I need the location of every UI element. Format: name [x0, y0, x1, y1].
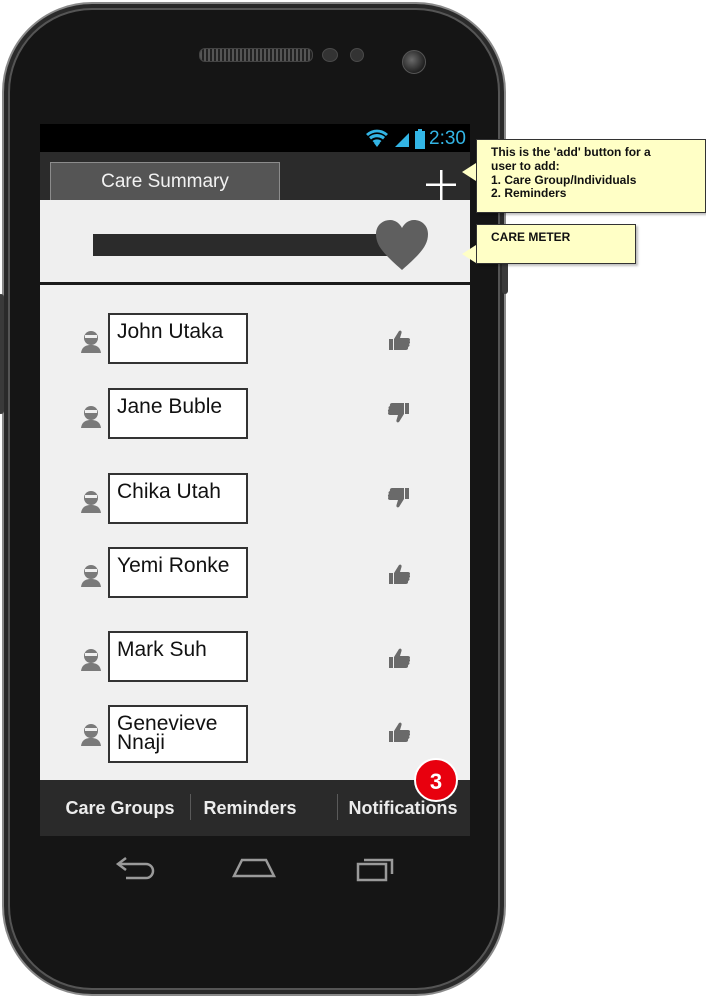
- callout-line: 1. Care Group/Individuals: [491, 172, 637, 187]
- heart-icon: [376, 220, 428, 270]
- list-item[interactable]: Mark Suh: [40, 631, 470, 687]
- earpiece-speaker: [199, 48, 313, 62]
- battery-icon: [415, 129, 426, 149]
- person-icon: [78, 403, 104, 429]
- contact-name-line: Nnaji: [117, 731, 165, 754]
- list-item[interactable]: Yemi Ronke: [40, 547, 470, 603]
- nav-care-groups[interactable]: Care Groups: [56, 780, 184, 836]
- recent-apps-icon[interactable]: [354, 854, 398, 882]
- bottom-nav: Care Groups Reminders Notifications: [40, 780, 470, 836]
- thumbs-down-icon[interactable]: [386, 485, 412, 511]
- contact-name[interactable]: Yemi Ronke: [108, 547, 248, 598]
- tab-care-summary[interactable]: Care Summary: [50, 162, 280, 201]
- callout-line: 2. Reminders: [491, 186, 567, 201]
- list-item[interactable]: Jane Buble: [40, 388, 470, 444]
- nav-divider: [190, 794, 191, 820]
- list-item[interactable]: Genevieve Nnaji: [40, 705, 470, 763]
- thumbs-up-icon[interactable]: [386, 561, 412, 587]
- nav-divider: [337, 794, 338, 820]
- thumbs-up-icon[interactable]: [386, 645, 412, 671]
- contact-name[interactable]: Mark Suh: [108, 631, 248, 682]
- contact-name[interactable]: Jane Buble: [108, 388, 248, 439]
- hardware-nav-keys: [4, 844, 504, 894]
- person-icon: [78, 488, 104, 514]
- volume-button: [0, 294, 4, 414]
- thumbs-down-icon[interactable]: [386, 400, 412, 426]
- callout-text: CARE METER: [491, 230, 571, 244]
- status-icons: 2:30: [365, 126, 466, 152]
- thumbs-up-icon[interactable]: [386, 327, 412, 353]
- light-sensor: [350, 48, 364, 62]
- care-meter-bar: [93, 234, 391, 256]
- phone-frame: 2:30 Care Summary John Utaka Jane Buble Ch…: [0, 2, 508, 996]
- contact-name[interactable]: Chika Utah: [108, 473, 248, 524]
- status-time: 2:30: [429, 128, 466, 149]
- add-button-callout: This is the 'add' button for a user to a…: [476, 139, 706, 213]
- person-icon: [78, 328, 104, 354]
- list-item[interactable]: John Utaka: [40, 313, 470, 369]
- action-bar: Care Summary: [40, 152, 470, 202]
- nav-reminders[interactable]: Reminders: [196, 780, 304, 836]
- person-icon: [78, 646, 104, 672]
- wifi-icon: [366, 129, 389, 147]
- callout-pointer: [462, 163, 476, 181]
- home-icon[interactable]: [230, 854, 278, 880]
- care-meter-panel: [40, 200, 470, 285]
- callout-line: user to add:: [491, 158, 560, 173]
- notification-count-badge: 3: [414, 758, 458, 802]
- thumbs-up-icon[interactable]: [386, 719, 412, 745]
- contact-list: John Utaka Jane Buble Chika Utah Yemi Ronke…: [40, 285, 470, 780]
- contact-name[interactable]: Genevieve Nnaji: [108, 705, 248, 763]
- callout-line: This is the 'add' button for a: [491, 145, 651, 159]
- front-camera: [402, 50, 426, 74]
- signal-icon: [395, 133, 410, 147]
- care-meter-fill: [93, 234, 386, 256]
- plus-icon[interactable]: [424, 168, 458, 202]
- list-item[interactable]: Chika Utah: [40, 473, 470, 529]
- back-icon[interactable]: [114, 854, 158, 880]
- contact-name[interactable]: John Utaka: [108, 313, 248, 364]
- proximity-sensor: [322, 48, 338, 62]
- status-bar: 2:30: [40, 124, 470, 152]
- screen: 2:30 Care Summary John Utaka Jane Buble Ch…: [40, 124, 470, 836]
- person-icon: [78, 562, 104, 588]
- callout-pointer: [462, 245, 476, 263]
- care-meter-callout: CARE METER: [476, 224, 636, 264]
- person-icon: [78, 721, 104, 747]
